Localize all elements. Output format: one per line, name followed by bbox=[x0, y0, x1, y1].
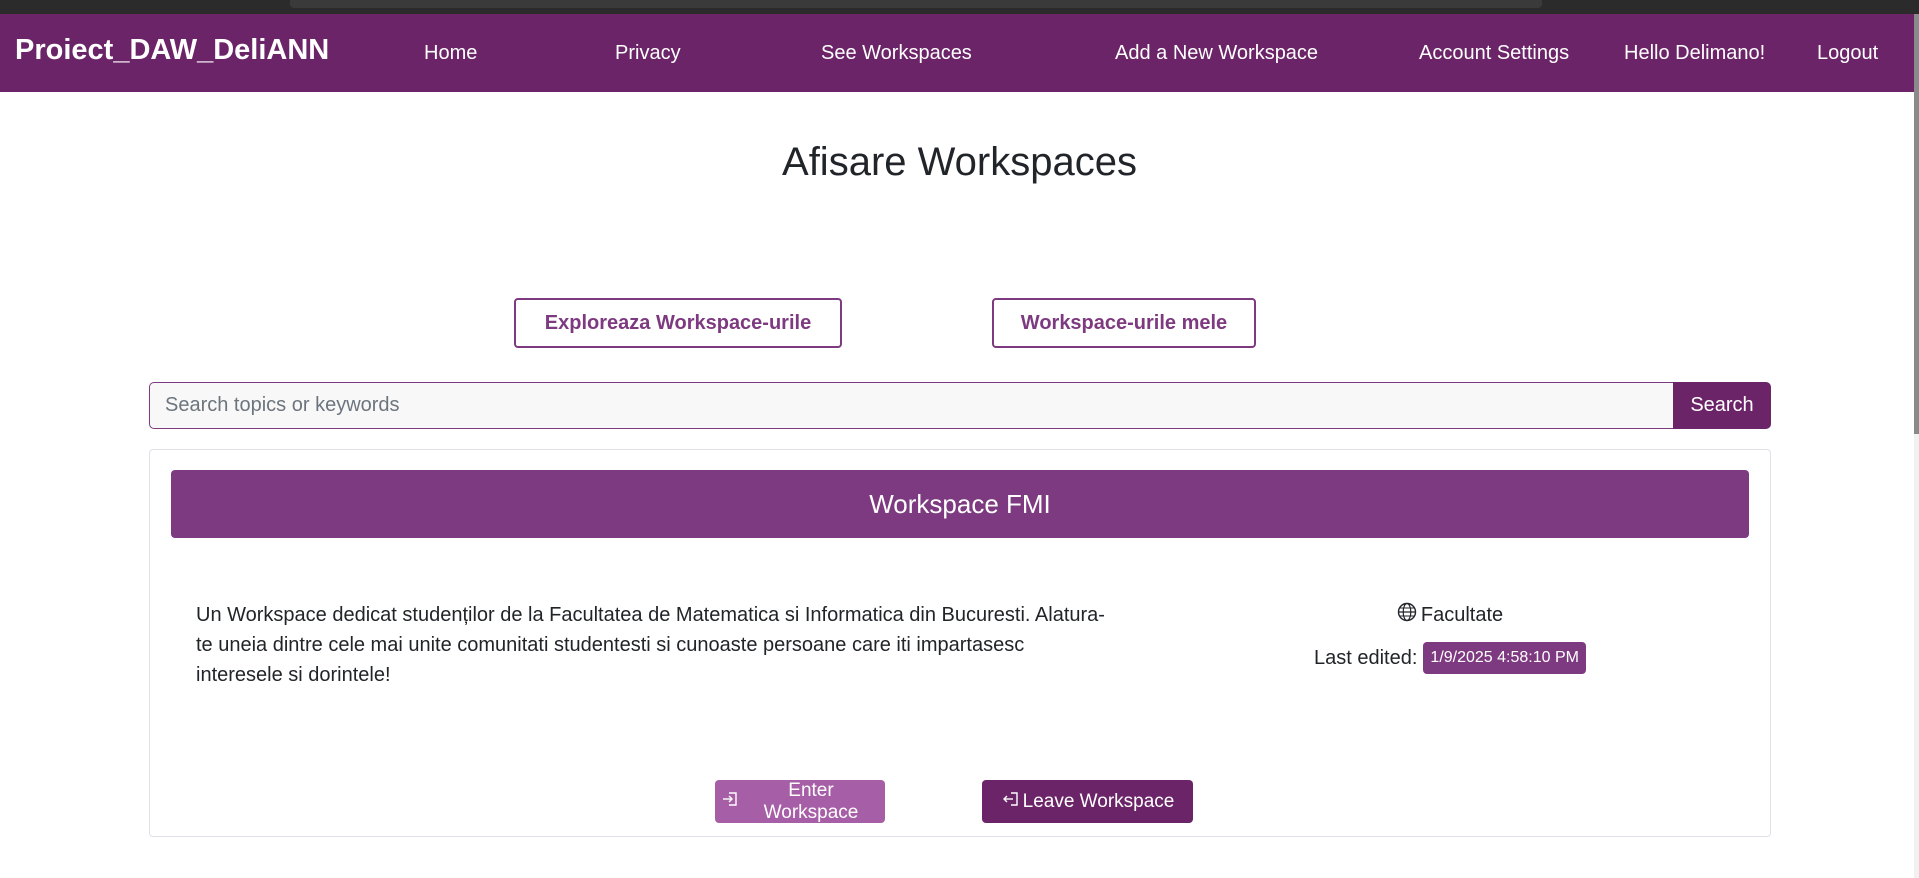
browser-top-strip bbox=[0, 0, 1919, 14]
nav-account-settings-link[interactable]: Account Settings bbox=[1419, 42, 1569, 65]
workspace-meta: Facultate Last edited: 1/9/2025 4:58:10 … bbox=[1250, 600, 1650, 674]
leave-workspace-button[interactable]: Leave Workspace bbox=[982, 780, 1193, 823]
workspace-description: Un Workspace dedicat studenților de la F… bbox=[196, 604, 1105, 686]
page-scrollbar-thumb[interactable] bbox=[1914, 14, 1919, 434]
workspace-title: Workspace FMI bbox=[171, 470, 1749, 538]
leave-workspace-label: Leave Workspace bbox=[1022, 790, 1175, 812]
nav-see-workspaces-link[interactable]: See Workspaces bbox=[821, 42, 972, 65]
enter-workspace-label: Enter Workspace bbox=[763, 779, 859, 823]
nav-greeting-link[interactable]: Hello Delimano! bbox=[1624, 42, 1765, 65]
page-title: Afisare Workspaces bbox=[782, 140, 1137, 184]
nav-privacy-link[interactable]: Privacy bbox=[615, 42, 681, 65]
explore-workspaces-button[interactable]: Exploreaza Workspace-urile bbox=[514, 298, 842, 348]
browser-tab-bar bbox=[290, 0, 1542, 8]
last-edited: Last edited: 1/9/2025 4:58:10 PM bbox=[1250, 642, 1650, 674]
enter-icon bbox=[721, 790, 739, 814]
search-bar: Search bbox=[149, 382, 1771, 429]
search-button[interactable]: Search bbox=[1673, 382, 1771, 429]
last-edited-label: Last edited: bbox=[1314, 646, 1418, 669]
workspace-category-label: Facultate bbox=[1420, 603, 1504, 626]
globe-icon bbox=[1397, 602, 1417, 628]
brand-link[interactable]: Proiect_DAW_DeliANN bbox=[15, 34, 329, 67]
navbar: Proiect_DAW_DeliANN Home Privacy See Wor… bbox=[0, 14, 1914, 92]
enter-workspace-button[interactable]: Enter Workspace bbox=[715, 780, 885, 823]
nav-logout-link[interactable]: Logout bbox=[1817, 42, 1878, 65]
nav-home-link[interactable]: Home bbox=[424, 42, 477, 65]
workspace-category: Facultate bbox=[1250, 600, 1650, 630]
nav-add-workspace-link[interactable]: Add a New Workspace bbox=[1115, 42, 1318, 65]
workspace-card: Workspace FMI Un Workspace dedicat stude… bbox=[149, 449, 1771, 837]
search-input[interactable] bbox=[149, 382, 1673, 429]
leave-icon bbox=[1001, 790, 1019, 814]
last-edited-badge: 1/9/2025 4:58:10 PM bbox=[1423, 642, 1586, 674]
my-workspaces-button[interactable]: Workspace-urile mele bbox=[992, 298, 1256, 348]
